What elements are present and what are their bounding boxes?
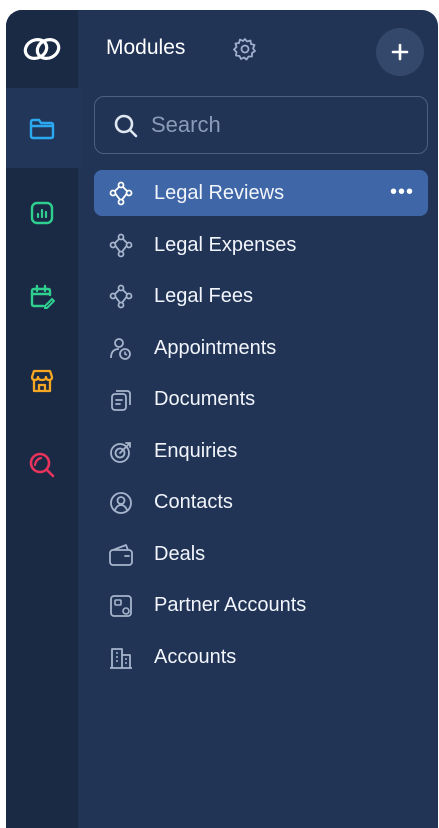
page-title: Modules bbox=[106, 36, 186, 59]
plus-icon bbox=[391, 43, 409, 61]
module-item-label: Contacts bbox=[154, 491, 233, 513]
app-rail bbox=[6, 10, 82, 828]
add-module-button[interactable] bbox=[376, 28, 424, 76]
module-item-deals[interactable]: Deals bbox=[94, 531, 428, 577]
app-frame: Modules Search Legal Reviews ••• Legal E… bbox=[6, 10, 438, 828]
partner-icon bbox=[108, 593, 134, 619]
module-item-label: Legal Reviews bbox=[154, 182, 285, 204]
appointment-icon bbox=[108, 336, 134, 362]
module-item-legal-expenses[interactable]: Legal Expenses bbox=[94, 222, 428, 268]
module-item-enquiries[interactable]: Enquiries bbox=[94, 428, 428, 474]
search-input[interactable]: Search bbox=[94, 96, 428, 154]
module-item-documents[interactable]: Documents bbox=[94, 376, 428, 422]
modules-header: Modules bbox=[78, 24, 438, 76]
store-icon[interactable] bbox=[6, 356, 78, 406]
modules-panel: Modules Search Legal Reviews ••• Legal E… bbox=[78, 10, 438, 828]
module-item-contacts[interactable]: Contacts bbox=[94, 479, 428, 525]
module-item-label: Legal Expenses bbox=[154, 233, 297, 256]
search-icon bbox=[113, 113, 139, 144]
module-item-label: Documents bbox=[154, 388, 256, 410]
search-insights-icon[interactable] bbox=[6, 440, 78, 490]
contact-icon bbox=[108, 490, 134, 516]
module-item-legal-reviews[interactable]: Legal Reviews ••• bbox=[94, 170, 428, 216]
module-item-label: Partner Accounts bbox=[154, 594, 307, 616]
module-item-accounts[interactable]: Accounts bbox=[94, 634, 428, 680]
module-list: Legal Reviews ••• Legal Expenses Legal F… bbox=[94, 170, 428, 685]
calendar-edit-icon[interactable] bbox=[6, 272, 78, 322]
gear-icon[interactable] bbox=[232, 36, 258, 62]
module-item-legal-fees[interactable]: Legal Fees bbox=[94, 273, 428, 319]
module-item-label: Accounts bbox=[154, 645, 237, 668]
logo-icon[interactable] bbox=[6, 24, 78, 74]
workflow-icon bbox=[108, 233, 134, 259]
wallet-icon bbox=[108, 542, 134, 568]
module-item-label: Enquiries bbox=[154, 439, 238, 462]
analytics-icon[interactable] bbox=[6, 188, 78, 238]
module-item-label: Appointments bbox=[154, 336, 277, 359]
module-item-label: Deals bbox=[154, 542, 206, 565]
search-placeholder: Search bbox=[151, 112, 221, 137]
module-item-partner-accounts[interactable]: Partner Accounts bbox=[94, 582, 428, 628]
workflow-icon bbox=[108, 181, 134, 207]
module-item-label: Legal Fees bbox=[154, 285, 253, 307]
more-options-icon[interactable]: ••• bbox=[390, 181, 414, 204]
documents-icon bbox=[108, 387, 134, 413]
folder-icon[interactable] bbox=[6, 104, 78, 154]
module-item-appointments[interactable]: Appointments bbox=[94, 325, 428, 371]
enquiry-icon bbox=[108, 439, 134, 465]
workflow-icon bbox=[108, 284, 134, 310]
building-icon bbox=[108, 645, 134, 671]
